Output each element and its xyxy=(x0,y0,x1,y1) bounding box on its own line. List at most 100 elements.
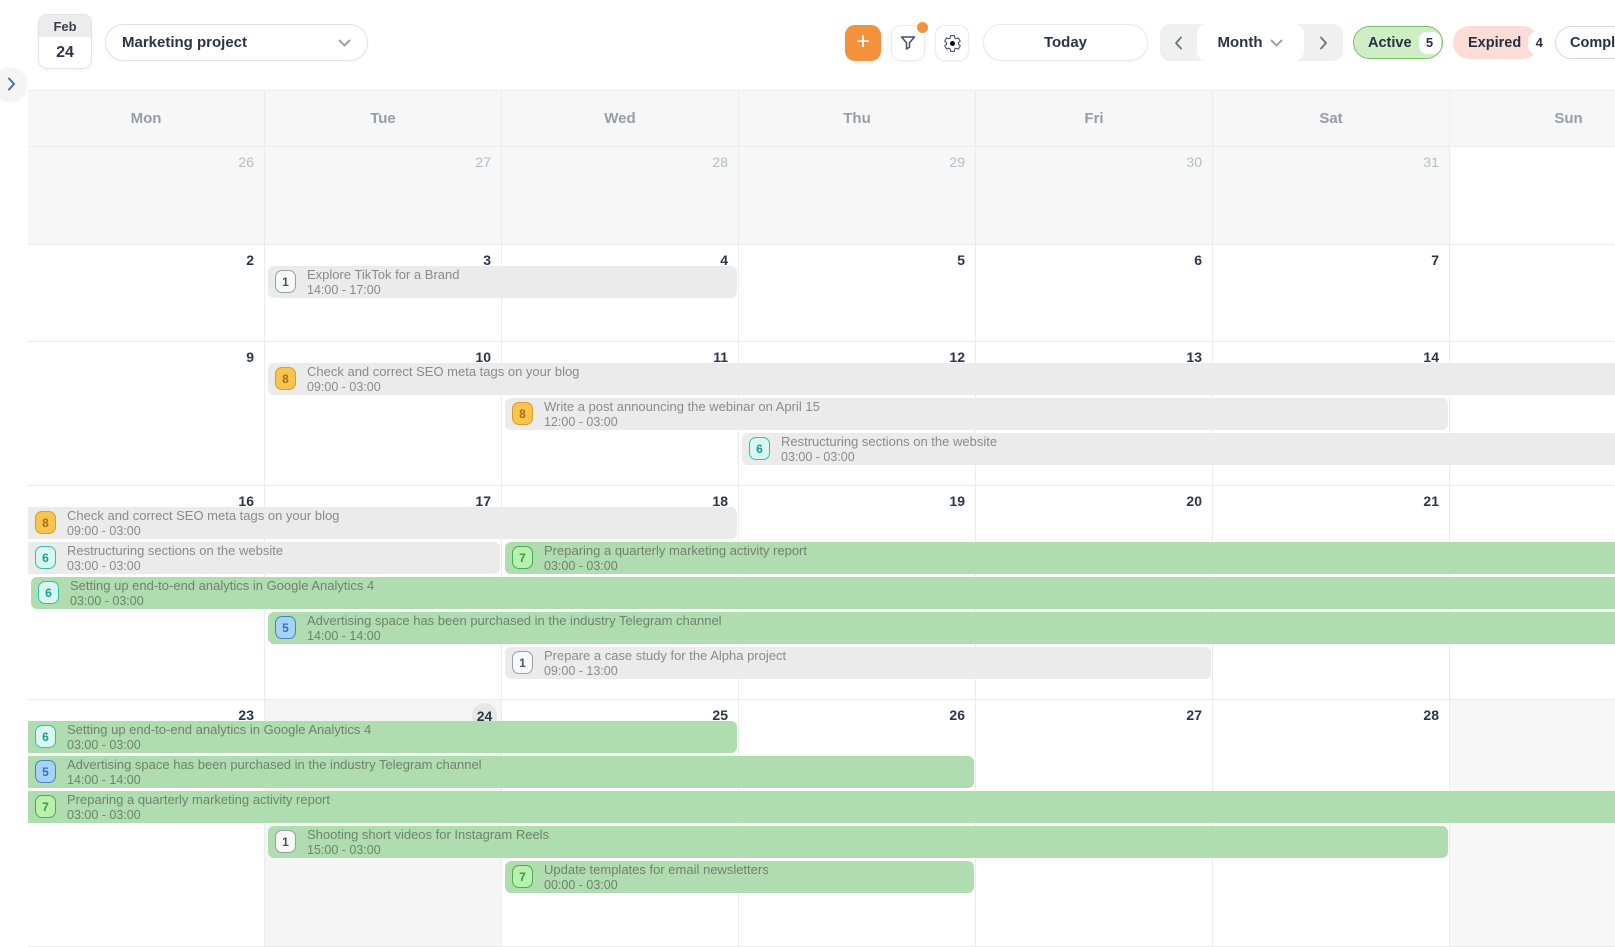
date-label: 9 xyxy=(246,349,254,365)
event-number-badge: 6 xyxy=(749,437,770,460)
date-label: 19 xyxy=(949,493,965,509)
event-time: 15:00 - 03:00 xyxy=(307,843,1448,857)
date-label: 7 xyxy=(1431,252,1439,268)
plus-icon: + xyxy=(856,30,870,54)
event-bar[interactable]: 7 Preparing a quarterly marketing activit… xyxy=(505,542,1615,574)
event-bar[interactable]: 1Shooting short videos for Instagram Ree… xyxy=(268,826,1448,858)
day-cell-8[interactable]: 8 xyxy=(1450,245,1615,341)
sidebar-expand-button[interactable] xyxy=(0,68,26,100)
today-button-label: Today xyxy=(1044,34,1087,51)
prev-period-button[interactable] xyxy=(1160,24,1197,61)
mini-date-widget[interactable]: Feb 24 xyxy=(38,14,92,69)
view-mode-value: Month xyxy=(1218,34,1263,51)
next-period-button[interactable] xyxy=(1304,24,1343,61)
event-bar[interactable]: 8 Check and correct SEO meta tags on your… xyxy=(28,507,737,539)
day-cell-26[interactable]: 26 xyxy=(28,147,265,244)
day-cell-27[interactable]: 27 xyxy=(265,147,502,244)
date-label: 20 xyxy=(1186,493,1202,509)
day-cell-2[interactable]: 2 xyxy=(28,245,265,341)
day-cell-27[interactable]: 27 xyxy=(976,700,1213,946)
calendar-weeks: 262728293031123456781Explore TikTok for … xyxy=(28,147,1615,947)
event-number-badge: 6 xyxy=(35,725,56,748)
event-number-badge: 1 xyxy=(275,830,296,853)
topbar: Feb 24 Marketing project + Today Month xyxy=(0,0,1615,90)
chevron-right-icon xyxy=(7,77,16,91)
filter-pill-completed[interactable]: Completed xyxy=(1555,26,1615,59)
day-cell-7[interactable]: 7 xyxy=(1213,245,1450,341)
event-number-badge: 8 xyxy=(35,511,56,534)
weekday-header-sun: Sun xyxy=(1450,91,1615,146)
day-cell-1[interactable]: 1 xyxy=(1450,700,1615,946)
week-row: 23242526272816Setting up end-to-end anal… xyxy=(28,700,1615,947)
event-title: Explore TikTok for a Brand xyxy=(307,267,737,283)
chevron-down-icon xyxy=(1270,39,1283,47)
filter-funnel-icon xyxy=(900,35,916,51)
event-bar[interactable]: 5Advertising space has been purchased in… xyxy=(28,756,974,788)
event-bar[interactable]: 1 Explore TikTok for a Brand14:00 - 17:00 xyxy=(268,266,737,298)
event-bar[interactable]: 7Update templates for email newsletters0… xyxy=(505,861,974,893)
filter-pill-label: Active xyxy=(1368,35,1412,51)
day-cell-30[interactable]: 30 xyxy=(976,147,1213,244)
event-bar[interactable]: 6Setting up end-to-end analytics in Goog… xyxy=(31,577,1615,609)
event-title: Check and correct SEO meta tags on your … xyxy=(67,508,737,524)
day-cell-1[interactable]: 1 xyxy=(1450,147,1615,244)
event-bar[interactable]: 7Preparing a quarterly marketing activit… xyxy=(28,791,1615,823)
filter-pill-expired[interactable]: Expired 4 xyxy=(1453,26,1539,59)
event-title: Check and correct SEO meta tags on your … xyxy=(307,364,1615,380)
filter-active-dot xyxy=(917,22,928,33)
event-time: 09:00 - 03:00 xyxy=(67,524,737,538)
filter-pill-label: Expired xyxy=(1468,35,1521,51)
event-number-badge: 5 xyxy=(275,616,296,639)
filter-button[interactable] xyxy=(891,25,925,61)
month-calendar: MonTueWedThuFriSatSun 262728293031123456… xyxy=(28,90,1615,947)
event-time: 14:00 - 17:00 xyxy=(307,283,737,297)
date-label: 30 xyxy=(1186,154,1202,170)
event-number-badge: 8 xyxy=(275,367,296,390)
event-title: Setting up end-to-end analytics in Googl… xyxy=(67,722,737,738)
event-number-badge: 6 xyxy=(38,581,59,604)
day-cell-5[interactable]: 5 xyxy=(739,245,976,341)
event-bar[interactable]: 8 Check and correct SEO meta tags on your… xyxy=(268,363,1615,395)
event-time: 03:00 - 03:00 xyxy=(67,559,500,573)
add-task-button[interactable]: + xyxy=(845,25,881,61)
today-button[interactable]: Today xyxy=(983,24,1148,61)
event-bar[interactable]: 6Restructuring sections on the website03… xyxy=(28,542,500,574)
event-number-badge: 7 xyxy=(512,546,533,569)
day-cell-26[interactable]: 26 xyxy=(739,700,976,946)
filter-pill-count: 4 xyxy=(1528,32,1550,54)
date-label: 6 xyxy=(1194,252,1202,268)
filter-pill-label: Completed xyxy=(1570,35,1615,51)
event-bar[interactable]: 6Restructuring sections on the website03… xyxy=(742,433,1615,465)
view-mode-select[interactable]: Month xyxy=(1197,24,1304,61)
event-number-badge: 1 xyxy=(512,651,533,674)
date-label: 28 xyxy=(712,154,728,170)
day-cell-31[interactable]: 31 xyxy=(1213,147,1450,244)
project-select[interactable]: Marketing project xyxy=(105,24,368,61)
event-bar[interactable]: 6 Setting up end-to-end analytics in Goog… xyxy=(28,721,737,753)
week-row: 23456781Explore TikTok for a Brand14:00 … xyxy=(28,245,1615,342)
week-row: 161718192021228Check and correct SEO met… xyxy=(28,486,1615,700)
event-title: Advertising space has been purchased in … xyxy=(307,613,1615,629)
day-cell-29[interactable]: 29 xyxy=(739,147,976,244)
event-bar[interactable]: 8Write a post announcing the webinar on … xyxy=(505,398,1448,430)
day-cell-28[interactable]: 28 xyxy=(1213,700,1450,946)
project-select-value: Marketing project xyxy=(122,34,338,51)
event-title: Restructuring sections on the website xyxy=(781,434,1615,450)
event-time: 03:00 - 03:00 xyxy=(544,559,1615,573)
event-bar[interactable]: 5 Advertising space has been purchased in… xyxy=(268,612,1615,644)
settings-button[interactable] xyxy=(935,25,969,61)
weekday-header-row: MonTueWedThuFriSatSun xyxy=(28,90,1615,147)
day-cell-28[interactable]: 28 xyxy=(502,147,739,244)
day-cell-9[interactable]: 9 xyxy=(28,342,265,485)
day-cell-6[interactable]: 6 xyxy=(976,245,1213,341)
date-label: 5 xyxy=(957,252,965,268)
event-bar[interactable]: 1Prepare a case study for the Alpha proj… xyxy=(505,647,1211,679)
event-number-badge: 5 xyxy=(35,760,56,783)
chevron-right-icon xyxy=(1319,36,1328,50)
event-time: 03:00 - 03:00 xyxy=(70,594,1615,608)
event-title: Preparing a quarterly marketing activity… xyxy=(544,543,1615,559)
event-number-badge: 1 xyxy=(275,270,296,293)
event-number-badge: 7 xyxy=(35,795,56,818)
filter-pill-active[interactable]: Active 5 xyxy=(1353,26,1443,59)
date-label: 27 xyxy=(475,154,491,170)
